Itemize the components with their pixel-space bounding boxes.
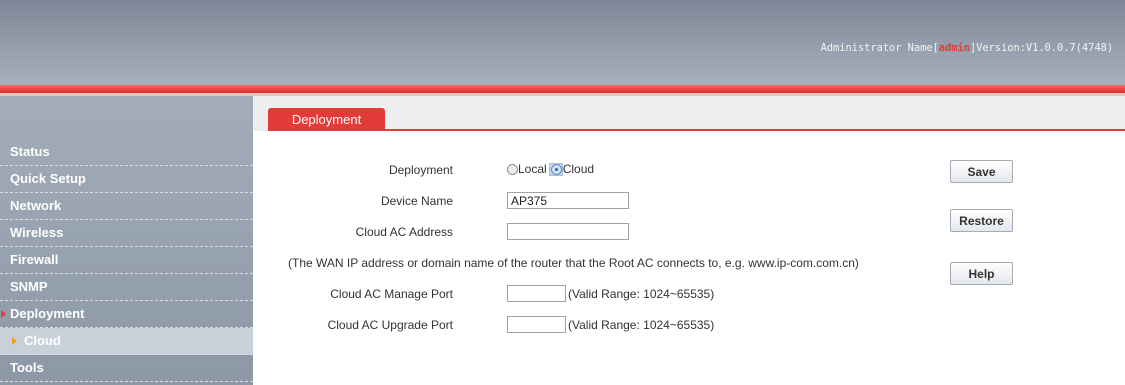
sidebar: Status Quick Setup Network Wireless Fire…	[0, 96, 253, 385]
radio-local[interactable]	[507, 163, 518, 175]
sidebar-item-firewall[interactable]: Firewall	[0, 247, 253, 274]
deployment-label: Deployment	[388, 163, 453, 177]
sidebar-item-label: Network	[10, 198, 62, 213]
device-name-input[interactable]	[507, 192, 629, 209]
sidebar-item-status[interactable]: Status	[0, 139, 253, 166]
tab-underline	[268, 129, 1125, 131]
manage-port-hint: (Valid Range: 1024~65535)	[568, 287, 715, 301]
radio-cloud[interactable]	[550, 163, 562, 175]
save-button[interactable]: Save	[950, 160, 1013, 183]
tab-deployment[interactable]: Deployment	[268, 108, 385, 131]
cloud-ac-address-label: Cloud AC Address	[355, 225, 453, 239]
radio-cloud-label: Cloud	[562, 162, 595, 176]
deployment-radio-group: Local Cloud	[507, 162, 594, 176]
upgrade-port-input[interactable]	[507, 316, 566, 333]
sidebar-item-snmp[interactable]: SNMP	[0, 274, 253, 301]
upgrade-port-hint: (Valid Range: 1024~65535)	[568, 318, 715, 332]
sidebar-subitem-cloud[interactable]: Cloud	[0, 328, 253, 355]
tab-strip: Deployment	[253, 96, 1125, 131]
admin-name: admin	[938, 42, 970, 54]
sidebar-item-label: Wireless	[10, 225, 64, 240]
top-header: Administrator Name[admin]Version:V1.0.0.…	[0, 0, 1125, 85]
sidebar-item-label: Firewall	[10, 252, 59, 267]
sidebar-item-label: Quick Setup	[10, 171, 86, 186]
version-text: ]Version:V1.0.0.7(4748)	[969, 42, 1113, 54]
radio-local-label: Local	[518, 162, 547, 176]
sidebar-item-label: Tools	[10, 360, 44, 375]
sidebar-item-deployment[interactable]: Deployment	[0, 301, 253, 328]
radio-cloud-box[interactable]	[548, 162, 563, 176]
sidebar-item-quick-setup[interactable]: Quick Setup	[0, 166, 253, 193]
sidebar-item-label: Cloud	[24, 333, 61, 348]
wan-address-note: (The WAN IP address or domain name of th…	[288, 256, 859, 270]
admin-prefix: Administrator Name[	[820, 42, 939, 54]
upgrade-port-label: Cloud AC Upgrade Port	[327, 318, 453, 332]
sidebar-item-wireless[interactable]: Wireless	[0, 220, 253, 247]
sidebar-item-label: Deployment	[10, 306, 85, 321]
device-name-label: Device Name	[380, 194, 453, 208]
sidebar-item-label: Status	[10, 144, 50, 159]
sidebar-item-network[interactable]: Network	[0, 193, 253, 220]
manage-port-label: Cloud AC Manage Port	[330, 287, 453, 301]
restore-button[interactable]: Restore	[950, 209, 1013, 232]
admin-version-info: Administrator Name[admin]Version:V1.0.0.…	[820, 42, 1114, 54]
main-content: Deployment Deployment Local Cloud Device…	[253, 96, 1125, 385]
sidebar-item-label: SNMP	[10, 279, 48, 294]
sidebar-menu: Status Quick Setup Network Wireless Fire…	[0, 139, 253, 382]
sidebar-item-tools[interactable]: Tools	[0, 355, 253, 382]
help-button[interactable]: Help	[950, 262, 1013, 285]
manage-port-input[interactable]	[507, 285, 566, 302]
cloud-ac-address-input[interactable]	[507, 223, 629, 240]
header-red-band	[0, 85, 1125, 93]
triangle-right-icon	[12, 337, 17, 345]
